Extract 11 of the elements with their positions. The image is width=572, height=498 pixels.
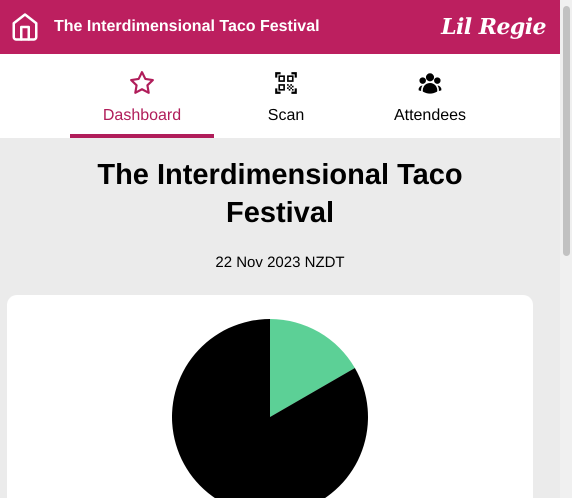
scrollbar-thumb[interactable] [562, 6, 570, 256]
header-title: The Interdimensional Taco Festival [54, 17, 320, 37]
event-date: 22 Nov 2023 NZDT [215, 253, 345, 273]
nav-tab[interactable]: Dashboard [70, 54, 214, 138]
event-title: The Interdimensional Taco Festival [96, 158, 464, 231]
star-icon [129, 70, 155, 96]
qr-code-icon [273, 70, 299, 96]
nav-tab[interactable]: Attendees [358, 54, 502, 138]
logo: Lil Regie [441, 12, 546, 42]
home-icon[interactable] [10, 12, 40, 42]
nav-tab[interactable]: Scan [214, 54, 358, 138]
